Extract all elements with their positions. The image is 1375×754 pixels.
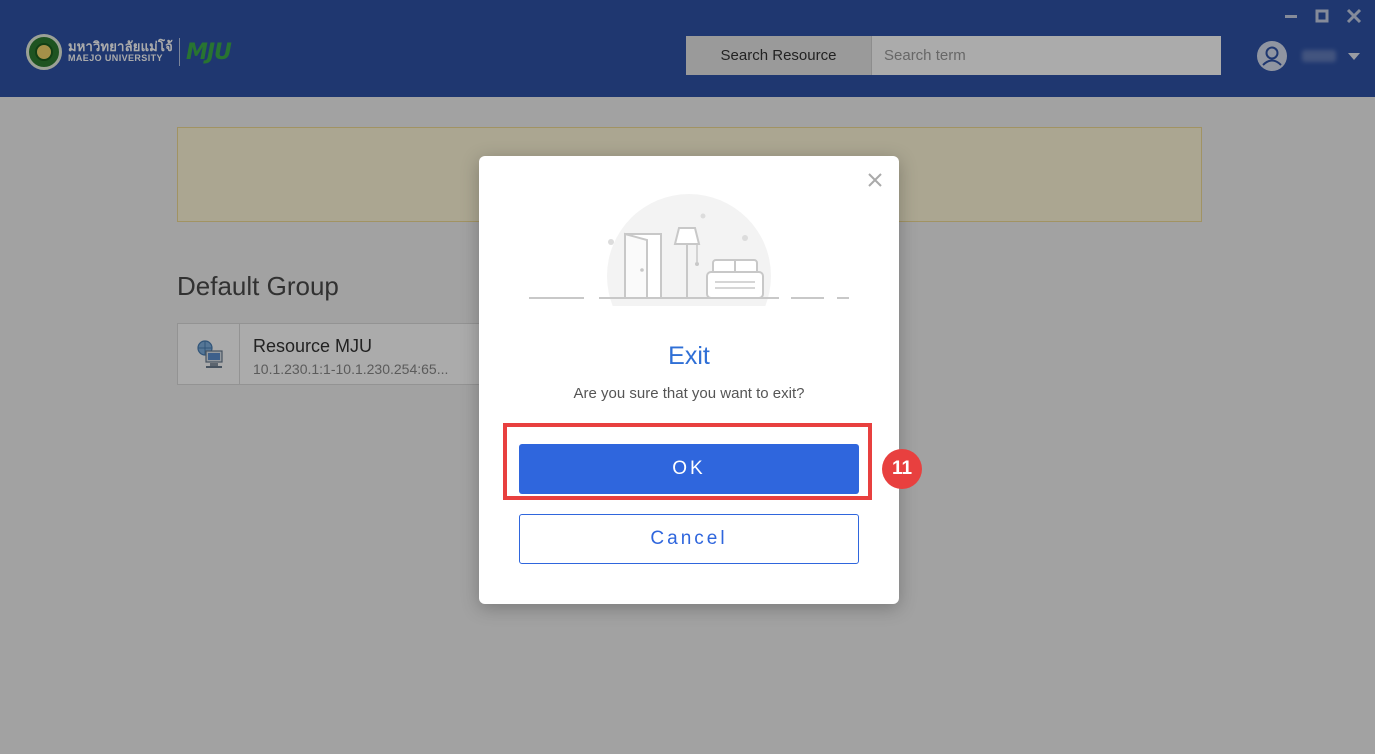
room-illustration-icon <box>529 194 849 306</box>
close-icon[interactable] <box>865 170 885 190</box>
dialog-title: Exit <box>668 342 710 370</box>
step-number-badge: 11 <box>882 449 922 489</box>
exit-dialog: Exit Are you sure that you want to exit?… <box>479 156 899 604</box>
dialog-message: Are you sure that you want to exit? <box>573 385 805 402</box>
cancel-button[interactable]: Cancel <box>519 514 859 564</box>
step-highlight-box <box>503 423 872 500</box>
